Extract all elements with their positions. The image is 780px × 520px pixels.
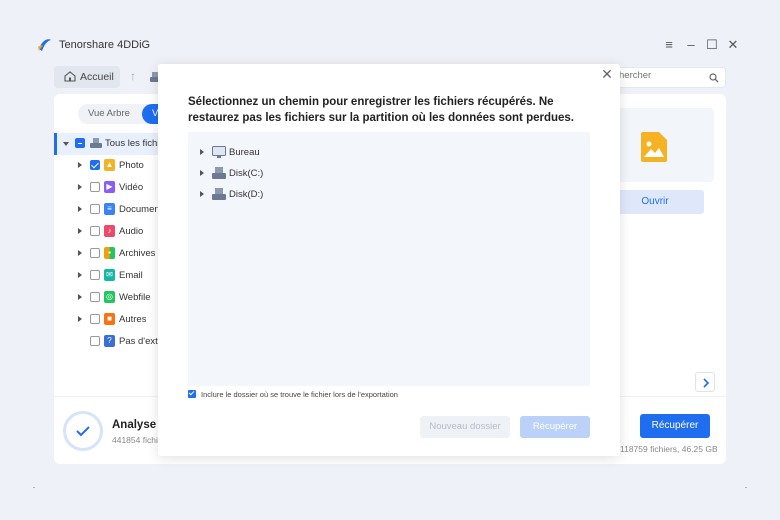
tree-label: Webfile xyxy=(119,292,151,303)
others-icon: ■ xyxy=(104,313,115,325)
expand-arrow-icon[interactable] xyxy=(78,294,82,300)
search-input[interactable] xyxy=(615,70,705,81)
unknown-file-icon: ? xyxy=(104,335,115,347)
open-button[interactable]: Ouvrir xyxy=(606,190,704,214)
checkbox[interactable] xyxy=(90,336,100,346)
expand-arrow-icon[interactable] xyxy=(78,250,82,256)
corner-mark xyxy=(33,487,35,488)
photo-icon: ▲ xyxy=(104,159,115,171)
checkbox[interactable] xyxy=(90,292,100,302)
location-label: Bureau xyxy=(229,147,260,158)
desktop-icon xyxy=(212,146,226,158)
expand-arrow-icon[interactable] xyxy=(78,228,82,234)
tree-label: Vidéo xyxy=(119,182,144,193)
checkbox[interactable] xyxy=(90,226,100,236)
corner-mark xyxy=(745,487,747,488)
home-icon xyxy=(64,71,76,82)
home-button[interactable]: Accueil xyxy=(54,66,120,88)
dialog-recover-button[interactable]: Récupérer xyxy=(520,416,590,438)
minimize-button[interactable]: – xyxy=(684,36,698,54)
tree-item-webfile[interactable]: ◎ Webfile xyxy=(54,287,174,309)
webfile-icon: ◎ xyxy=(104,291,115,303)
new-folder-button[interactable]: Nouveau dossier xyxy=(420,416,510,438)
checkmark-icon xyxy=(76,426,90,437)
tree-root-all-files[interactable]: Tous les fichie xyxy=(54,133,174,155)
close-dialog-button[interactable]: ✕ xyxy=(600,66,614,83)
expand-arrow-icon[interactable] xyxy=(78,316,82,322)
tree-label: Pas d'exte xyxy=(119,336,159,347)
collapse-arrow-icon[interactable] xyxy=(63,142,69,146)
tree-label: Photo xyxy=(119,160,144,171)
expand-arrow-icon[interactable] xyxy=(200,191,204,197)
home-button-label: Accueil xyxy=(80,71,114,83)
search-icon[interactable] xyxy=(709,73,719,83)
expand-arrow-icon[interactable] xyxy=(78,184,82,190)
tree-item-email[interactable]: ✉ Email xyxy=(54,265,174,287)
tree-item-no-extension[interactable]: ? Pas d'exte xyxy=(54,331,174,353)
expand-arrow-icon[interactable] xyxy=(78,272,82,278)
tree-item-video[interactable]: ▶ Vidéo xyxy=(54,177,174,199)
tree-label: Autres xyxy=(119,314,147,325)
checkbox[interactable] xyxy=(75,138,85,148)
include-folder-label: Inclure le dossier où se trouve le fichi… xyxy=(201,390,398,399)
app-logo-icon xyxy=(38,39,51,51)
expand-arrow-icon[interactable] xyxy=(200,170,204,176)
location-label: Disk(C:) xyxy=(229,168,264,179)
image-file-icon xyxy=(641,132,667,162)
video-icon: ▶ xyxy=(104,181,115,193)
expand-arrow-icon[interactable] xyxy=(78,206,82,212)
recover-button[interactable]: Récupérer xyxy=(640,414,710,438)
location-picker: Bureau Disk(C:) Disk(D:) xyxy=(188,132,590,386)
checkbox[interactable] xyxy=(90,160,100,170)
checkbox[interactable] xyxy=(90,182,100,192)
audio-icon: ♪ xyxy=(104,225,115,237)
include-folder-checkbox[interactable] xyxy=(188,390,196,398)
preview-thumbnail xyxy=(606,108,714,182)
dialog-title: Sélectionnez un chemin pour enregistrer … xyxy=(188,96,575,124)
checkbox[interactable] xyxy=(90,204,100,214)
tree-view-tab[interactable]: Vue Arbre xyxy=(88,108,130,119)
scan-complete-indicator xyxy=(63,411,103,451)
save-location-dialog: ✕ Sélectionnez un chemin pour enregistre… xyxy=(158,64,620,456)
document-icon: ≡ xyxy=(104,203,115,215)
search-box[interactable] xyxy=(614,67,726,88)
tree-label: Audio xyxy=(119,226,144,237)
tree-item-audio[interactable]: ♪ Audio xyxy=(54,221,174,243)
scan-file-count: 441854 fichie xyxy=(112,435,163,445)
drive-icon xyxy=(90,138,102,148)
archive-icon: ▪ xyxy=(104,247,115,259)
maximize-button[interactable]: ☐ xyxy=(705,36,719,54)
location-label: Disk(D:) xyxy=(229,189,264,200)
total-files-stats: 118759 fichiers, 46.25 GB xyxy=(620,444,718,454)
checkbox[interactable] xyxy=(90,248,100,258)
tree-item-photo[interactable]: ▲ Photo xyxy=(54,155,174,177)
chevron-right-icon xyxy=(703,378,710,388)
checkbox[interactable] xyxy=(90,314,100,324)
tree-item-others[interactable]: ■ Autres xyxy=(54,309,174,331)
title-bar: Tenorshare 4DDiG ≡ – ☐ ✕ xyxy=(36,36,748,56)
drive-icon xyxy=(212,167,226,179)
email-icon: ✉ xyxy=(104,269,115,281)
expand-arrow-icon[interactable] xyxy=(78,162,82,168)
tree-label: Email xyxy=(119,270,143,281)
expand-arrow-icon[interactable] xyxy=(200,149,204,155)
tree-item-archives[interactable]: ▪ Archives xyxy=(54,243,174,265)
checkbox[interactable] xyxy=(90,270,100,280)
tree-item-document[interactable]: ≡ Document xyxy=(54,199,174,221)
tree-label: Archives xyxy=(119,248,156,259)
menu-icon[interactable]: ≡ xyxy=(662,36,676,54)
drive-icon xyxy=(212,188,226,200)
close-window-button[interactable]: ✕ xyxy=(726,36,740,54)
up-arrow-icon[interactable]: ↑ xyxy=(130,69,136,83)
next-button[interactable] xyxy=(695,372,715,392)
app-title: Tenorshare 4DDiG xyxy=(59,39,151,51)
